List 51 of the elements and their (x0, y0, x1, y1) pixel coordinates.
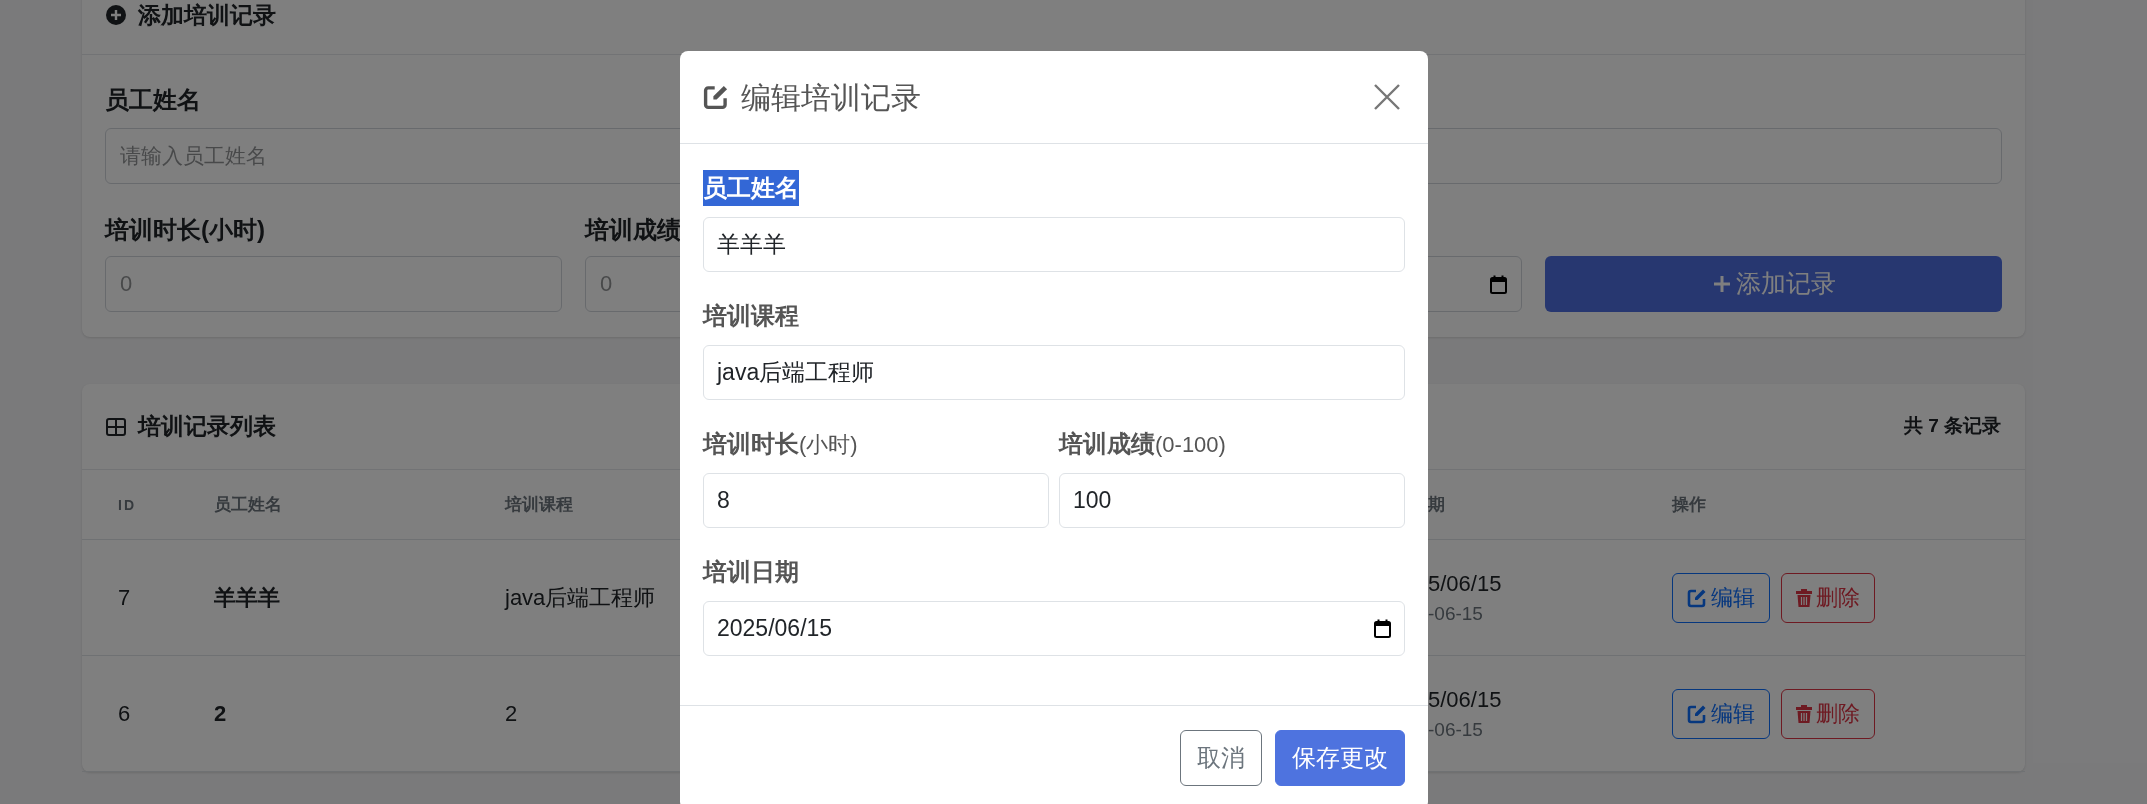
table-cell: 6 (118, 701, 131, 726)
table-cell: java后端工程师 (505, 585, 656, 610)
column-header: 期 (1428, 494, 1445, 514)
trash-icon (1796, 588, 1812, 607)
edit-button[interactable]: 编辑 (1672, 688, 1770, 739)
field-label: 员工姓名 (105, 85, 201, 115)
column-header: 操作 (1672, 494, 1706, 514)
table-cell: 7 (118, 585, 131, 610)
field-label: 培训成绩 (585, 215, 681, 245)
card-title: 添加培训记录 (138, 3, 276, 27)
calendar-icon[interactable] (1374, 619, 1391, 638)
delete-button[interactable]: 删除 (1781, 572, 1875, 623)
table-cell-text: 5/06/15 (1428, 685, 1502, 714)
number-input[interactable]: 100 (1059, 473, 1405, 528)
edit-icon (1687, 587, 1707, 608)
text-input[interactable]: java后端工程师 (703, 345, 1405, 400)
date-input[interactable]: 2025/06/15 (703, 601, 1405, 656)
edit-button[interactable]: 编辑 (1672, 572, 1770, 623)
close-icon (1374, 84, 1400, 110)
table-cell-text: -06-15 (1428, 601, 1483, 626)
delete-button[interactable]: 删除 (1781, 688, 1875, 739)
dialog-title: 编辑培训记录 (741, 79, 921, 116)
table-cell-text: -06-15 (1428, 717, 1483, 742)
field-label: 培训课程 (703, 301, 799, 331)
add-record-button[interactable]: 添加记录 (1545, 256, 2002, 312)
plus-icon (1711, 274, 1732, 294)
column-header: ID (118, 496, 136, 513)
table-icon (106, 417, 126, 436)
column-header: 员工姓名 (214, 494, 282, 514)
number-input[interactable]: 8 (703, 473, 1049, 528)
cancel-button[interactable]: 取消 (1180, 730, 1262, 786)
edit-icon (1687, 703, 1707, 724)
save-button[interactable]: 保存更改 (1275, 730, 1405, 786)
table-cell: 2 (214, 701, 227, 726)
field-label: 培训日期 (703, 557, 799, 587)
column-header: 培训课程 (505, 494, 573, 514)
text-input[interactable]: 羊羊羊 (703, 217, 1405, 272)
field-label: 员工姓名 (703, 170, 799, 206)
table-cell: 羊羊羊 (214, 585, 280, 610)
trash-icon (1796, 704, 1812, 723)
field-label: 培训成绩 (1059, 429, 1155, 459)
field-hint: (0-100) (1155, 430, 1226, 459)
table-cell-text: 5/06/15 (1428, 569, 1502, 598)
plus-circle-icon (106, 5, 126, 25)
field-label: 培训时长(小时) (105, 215, 265, 245)
edit-icon (703, 84, 729, 110)
card-title: 培训记录列表 (138, 412, 276, 442)
field-label: 培训时长 (703, 429, 799, 459)
table-cell: 2 (505, 701, 518, 726)
field-hint: (小时) (799, 430, 858, 459)
record-count: 共 7 条记录 (1903, 414, 2001, 439)
